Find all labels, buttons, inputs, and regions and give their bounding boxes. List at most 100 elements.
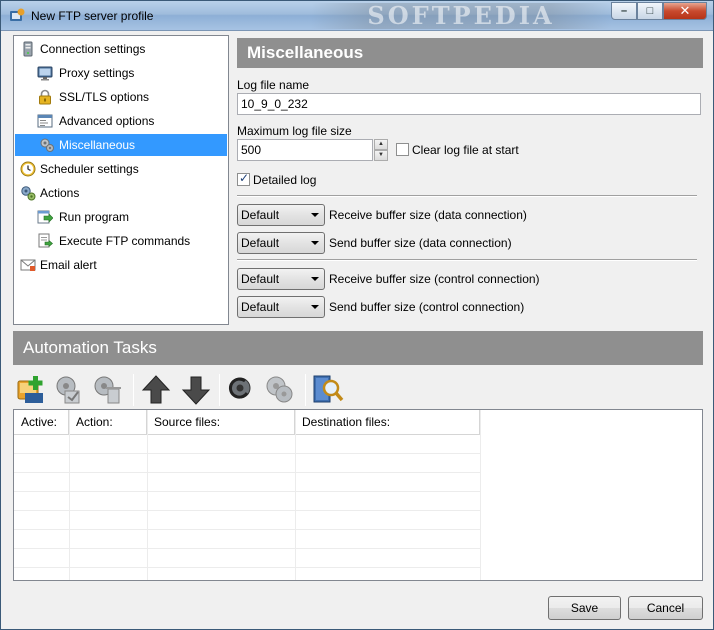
- max-log-size-label: Maximum log file size: [237, 124, 352, 138]
- toolbar-separator: [305, 374, 306, 406]
- column-header-active[interactable]: Active:: [14, 410, 69, 434]
- app-icon: [10, 8, 25, 21]
- spin-up-icon[interactable]: ▲: [374, 139, 388, 150]
- grid-line: [14, 453, 480, 454]
- clear-log-checkbox[interactable]: [396, 143, 409, 156]
- combo-value: Default: [241, 236, 280, 250]
- toolbar-separator: [219, 374, 220, 406]
- add-task-button[interactable]: [15, 373, 49, 407]
- maximize-icon: □: [646, 5, 654, 17]
- tree-item-execute-ftp-commands[interactable]: Execute FTP commands: [37, 230, 226, 252]
- chevron-down-icon: [311, 277, 319, 281]
- separator: [237, 195, 697, 197]
- receive-buffer-control-select[interactable]: Default: [237, 268, 325, 290]
- monitor-icon: [37, 66, 53, 81]
- send-buffer-data-label: Send buffer size (data connection): [329, 236, 512, 250]
- tree-item-run-program[interactable]: Run program: [37, 206, 226, 228]
- automation-header: Automation Tasks: [13, 331, 703, 365]
- lock-icon: [39, 89, 51, 105]
- grid-line: [14, 434, 480, 435]
- clear-log-label: Clear log file at start: [412, 143, 519, 157]
- tree-item-label: Scheduler settings: [40, 162, 139, 176]
- grid-line: [295, 410, 296, 580]
- combo-value: Default: [241, 300, 280, 314]
- script-icon: [38, 233, 53, 248]
- log-file-label: Log file name: [237, 78, 310, 92]
- run-icon: [37, 210, 53, 224]
- receive-buffer-data-select[interactable]: Default: [237, 204, 325, 226]
- tree-item-miscellaneous[interactable]: Miscellaneous: [15, 134, 227, 156]
- receive-buffer-control-label: Receive buffer size (control connection): [329, 272, 540, 286]
- max-log-size-input[interactable]: 500: [237, 139, 373, 161]
- clock-icon: [20, 161, 36, 177]
- send-buffer-control-label: Send buffer size (control connection): [329, 300, 525, 314]
- server-icon: [23, 41, 33, 57]
- grid-line: [14, 472, 480, 473]
- maximize-button[interactable]: □: [637, 2, 663, 20]
- grid-line: [14, 548, 480, 549]
- grid-line: [147, 410, 148, 580]
- toolbar-separator: [133, 374, 134, 406]
- settings-tree[interactable]: Connection settings Proxy settings SSL/T…: [13, 35, 229, 325]
- cancel-button[interactable]: Cancel: [628, 596, 703, 620]
- tree-item-label: Run program: [59, 210, 130, 224]
- tree-item-label: Execute FTP commands: [59, 234, 191, 248]
- column-header-action[interactable]: Action:: [69, 410, 147, 434]
- grid-line: [14, 567, 480, 568]
- move-up-button[interactable]: [139, 373, 173, 407]
- tree-item-scheduler-settings[interactable]: Scheduler settings: [18, 158, 226, 180]
- tree-item-connection-settings[interactable]: Connection settings: [18, 38, 226, 60]
- tree-item-email-alert[interactable]: Email alert: [18, 254, 226, 276]
- spin-down-icon[interactable]: ▼: [374, 150, 388, 161]
- close-button[interactable]: ✕: [663, 2, 707, 20]
- softpedia-watermark: SOFTPEDIA: [311, 3, 611, 29]
- send-buffer-data-select[interactable]: Default: [237, 232, 325, 254]
- tree-item-label: SSL/TLS options: [59, 90, 150, 104]
- tree-item-ssl-tls-options[interactable]: SSL/TLS options: [37, 86, 226, 108]
- tree-item-label: Actions: [40, 186, 80, 200]
- panel-header: Miscellaneous: [237, 38, 703, 68]
- grid-line: [69, 410, 70, 580]
- tree-item-advanced-options[interactable]: Advanced options: [37, 110, 226, 132]
- grid-line: [14, 510, 480, 511]
- tree-item-label: Proxy settings: [59, 66, 135, 80]
- minimize-icon: –: [620, 5, 628, 17]
- detailed-log-checkbox[interactable]: [237, 171, 250, 186]
- minimize-button[interactable]: –: [611, 2, 637, 20]
- log-file-input[interactable]: 10_9_0_232: [237, 93, 701, 115]
- move-down-button[interactable]: [179, 373, 213, 407]
- window-icon: [37, 114, 53, 128]
- tasks-table[interactable]: Active: Action: Source files: Destinatio…: [13, 409, 703, 581]
- grid-line: [14, 529, 480, 530]
- tree-item-label: Connection settings: [40, 42, 146, 56]
- mail-icon: [20, 259, 36, 271]
- column-header-source[interactable]: Source files:: [147, 410, 295, 434]
- tree-item-label: Advanced options: [59, 114, 155, 128]
- window-title: New FTP server profile: [31, 9, 154, 23]
- save-button[interactable]: Save: [548, 596, 621, 620]
- grid-line: [14, 491, 480, 492]
- tree-item-label: Email alert: [40, 258, 97, 272]
- run-all-tasks-button[interactable]: [263, 373, 297, 407]
- tree-item-actions[interactable]: Actions: [18, 182, 226, 204]
- delete-task-button[interactable]: [91, 373, 125, 407]
- combo-value: Default: [241, 272, 280, 286]
- run-task-button[interactable]: [225, 373, 259, 407]
- edit-task-button[interactable]: [53, 373, 87, 407]
- detailed-log-label: Detailed log: [253, 173, 317, 187]
- max-log-size-stepper[interactable]: ▲ ▼: [374, 139, 388, 161]
- gears-icon: [40, 138, 54, 152]
- column-header-destination[interactable]: Destination files:: [295, 410, 480, 434]
- ftp-profile-window: New FTP server profile SOFTPEDIA – □ ✕ C…: [0, 0, 714, 630]
- chevron-down-icon: [311, 305, 319, 309]
- title-bar[interactable]: New FTP server profile SOFTPEDIA – □ ✕: [1, 1, 713, 31]
- cogs-icon: [21, 186, 36, 201]
- combo-value: Default: [241, 208, 280, 222]
- chevron-down-icon: [311, 213, 319, 217]
- tree-item-proxy-settings[interactable]: Proxy settings: [37, 62, 226, 84]
- chevron-down-icon: [311, 241, 319, 245]
- receive-buffer-data-label: Receive buffer size (data connection): [329, 208, 527, 222]
- grid-line: [480, 410, 481, 580]
- search-button[interactable]: [311, 373, 345, 407]
- send-buffer-control-select[interactable]: Default: [237, 296, 325, 318]
